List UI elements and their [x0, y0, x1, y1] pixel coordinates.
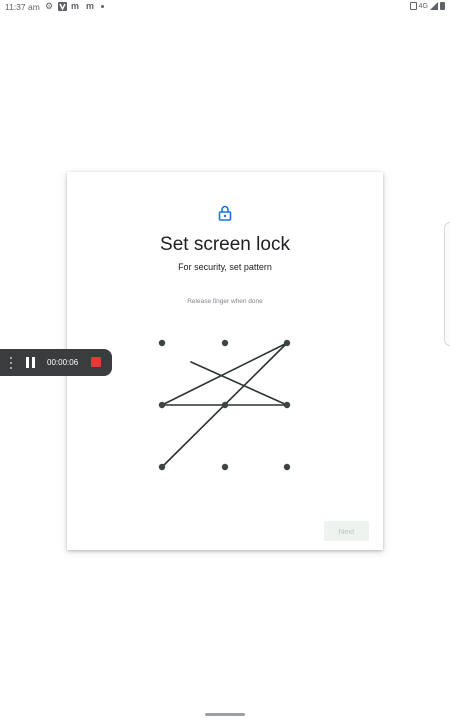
- battery-icon: [440, 2, 445, 10]
- pattern-grid[interactable]: [67, 172, 383, 550]
- pattern-dot[interactable]: [221, 463, 229, 471]
- next-button[interactable]: Next: [324, 521, 369, 541]
- v-app-icon: [58, 2, 67, 11]
- pattern-dot[interactable]: [158, 401, 166, 409]
- gmail-icon: m: [71, 1, 80, 11]
- vibrate-icon: [409, 2, 417, 10]
- pattern-dot[interactable]: [283, 339, 291, 347]
- status-bar: 11:37 am ⚙ m m 4G: [0, 0, 450, 14]
- status-time: 11:37 am: [5, 2, 40, 12]
- screen-lock-card: Set screen lock For security, set patter…: [67, 172, 383, 550]
- screen-recorder-widget: 00:00:06: [0, 349, 112, 376]
- pattern-dot[interactable]: [283, 401, 291, 409]
- settings-icon: ⚙: [45, 1, 54, 11]
- home-gesture-handle[interactable]: [205, 713, 245, 716]
- more-options-icon[interactable]: [10, 357, 13, 369]
- pause-button[interactable]: [26, 357, 35, 368]
- status-right-icons: 4G: [409, 2, 445, 10]
- edge-panel-handle[interactable]: [444, 222, 450, 346]
- signal-icon: [430, 2, 438, 10]
- pattern-dot[interactable]: [158, 339, 166, 347]
- pattern-dot[interactable]: [283, 463, 291, 471]
- dot-icon: [101, 5, 104, 8]
- pattern-dot[interactable]: [158, 463, 166, 471]
- pattern-dot[interactable]: [221, 401, 229, 409]
- network-4g-icon: 4G: [418, 2, 428, 10]
- stop-button[interactable]: [91, 357, 101, 367]
- recording-timer: 00:00:06: [47, 358, 79, 367]
- pattern-dot[interactable]: [221, 339, 229, 347]
- gmail-icon: m: [86, 1, 95, 11]
